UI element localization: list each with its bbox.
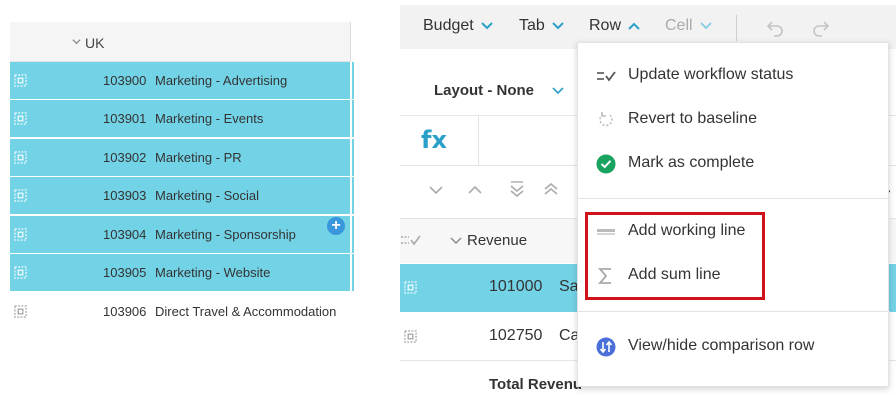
account-description: Marketing - Sponsorship [155, 227, 296, 242]
left-grid-panel: UK 103900 Marketing - Advertising 103901… [10, 22, 355, 331]
comparison-toggle-icon [596, 337, 616, 357]
menu-item-view-hide-comparison-row[interactable]: View/hide comparison row [578, 326, 890, 366]
chevron-down-icon [552, 87, 564, 95]
account-code: 102750 [489, 327, 543, 344]
chevron-up-icon[interactable] [467, 184, 483, 196]
menu-item-label: Mark as complete [628, 154, 755, 171]
account-code: 103905 [103, 265, 147, 280]
collapse-all-icon[interactable] [543, 181, 559, 199]
budget-menu-button[interactable]: Budget [423, 17, 494, 35]
row-select-icon[interactable] [14, 112, 27, 125]
chevron-down-icon[interactable] [428, 184, 444, 196]
table-row[interactable]: 103902 Marketing - PR [10, 139, 354, 177]
chevron-down-icon [699, 22, 712, 30]
redo-icon[interactable] [811, 19, 831, 37]
group-label: UK [85, 35, 105, 51]
total-label: Total Revenu [489, 376, 583, 393]
account-description: Direct Travel & Accommodation [155, 304, 337, 319]
row-select-icon[interactable] [14, 228, 27, 241]
chevron-down-icon[interactable] [450, 236, 462, 246]
chevron-up-icon [628, 22, 640, 30]
menu-item-revert-to-baseline[interactable]: Revert to baseline [578, 99, 890, 139]
right-grid-panel: Budget Tab Row Cell Layout - None fx Rev… [400, 0, 896, 395]
menu-item-label: View/hide comparison row [628, 337, 815, 354]
account-code: 103906 [103, 304, 147, 319]
row-label: Row [589, 17, 622, 34]
table-row[interactable]: 103905 Marketing - Website [10, 254, 354, 292]
account-description: Marketing - Events [155, 111, 264, 126]
menu-divider [578, 311, 890, 312]
account-code: 103904 [103, 227, 147, 242]
account-description: Marketing - Website [155, 265, 271, 280]
toolbar-divider [736, 15, 737, 41]
formula-divider [478, 116, 479, 166]
chevron-down-icon [481, 22, 493, 30]
row-dropdown-menu: Update workflow status Revert to baselin… [577, 42, 890, 387]
account-code: 101000 [489, 278, 543, 295]
workflow-status-icon [597, 71, 616, 82]
menu-item-mark-as-complete[interactable]: Mark as complete [578, 143, 890, 183]
menu-item-label: Update workflow status [628, 66, 794, 83]
budget-label: Budget [423, 17, 474, 34]
row-select-icon[interactable] [14, 189, 27, 202]
check-circle-icon [596, 154, 616, 174]
chevron-down-icon [552, 22, 564, 30]
table-row[interactable]: 103906 Direct Travel & Accommodation [10, 293, 354, 331]
account-code: 103902 [103, 150, 147, 165]
expand-all-icon[interactable] [509, 181, 525, 199]
group-header-row[interactable]: UK [10, 22, 351, 62]
menu-item-label: Revert to baseline [628, 110, 757, 127]
account-description: Marketing - Social [155, 188, 260, 203]
fx-icon[interactable]: fx [421, 126, 447, 154]
tab-label: Tab [519, 17, 545, 34]
row-select-icon[interactable] [14, 305, 27, 318]
revenue-header: Revenue [467, 232, 528, 249]
cell-menu-button[interactable]: Cell [665, 17, 713, 35]
menu-divider [578, 198, 890, 199]
account-description: Marketing - Advertising [155, 73, 288, 88]
account-description: Marketing - PR [155, 150, 242, 165]
row-select-icon[interactable] [14, 266, 27, 279]
add-row-button[interactable]: + [327, 217, 345, 235]
highlight-box [585, 212, 765, 300]
menu-item-update-workflow-status[interactable]: Update workflow status [578, 55, 890, 95]
account-code: 103903 [103, 188, 147, 203]
chevron-down-icon[interactable] [71, 36, 82, 47]
row-menu-button[interactable]: Row [589, 17, 641, 35]
revert-icon [599, 112, 613, 127]
layout-label: Layout - None [434, 82, 534, 99]
row-select-icon[interactable] [404, 281, 417, 294]
cell-label: Cell [665, 17, 693, 34]
column-divider [350, 22, 351, 62]
workflow-status-icon[interactable] [400, 234, 422, 248]
account-code: 103900 [103, 73, 147, 88]
table-row[interactable]: 103901 Marketing - Events [10, 100, 354, 138]
row-select-icon[interactable] [14, 74, 27, 87]
account-code: 103901 [103, 111, 147, 126]
row-select-icon[interactable] [14, 151, 27, 164]
table-row[interactable]: 103904 Marketing - Sponsorship [10, 216, 354, 254]
undo-icon[interactable] [765, 19, 785, 37]
tab-menu-button[interactable]: Tab [519, 17, 565, 35]
table-row[interactable]: 103900 Marketing - Advertising [10, 62, 354, 100]
table-row[interactable]: 103903 Marketing - Social [10, 177, 354, 215]
row-select-icon[interactable] [404, 330, 417, 343]
